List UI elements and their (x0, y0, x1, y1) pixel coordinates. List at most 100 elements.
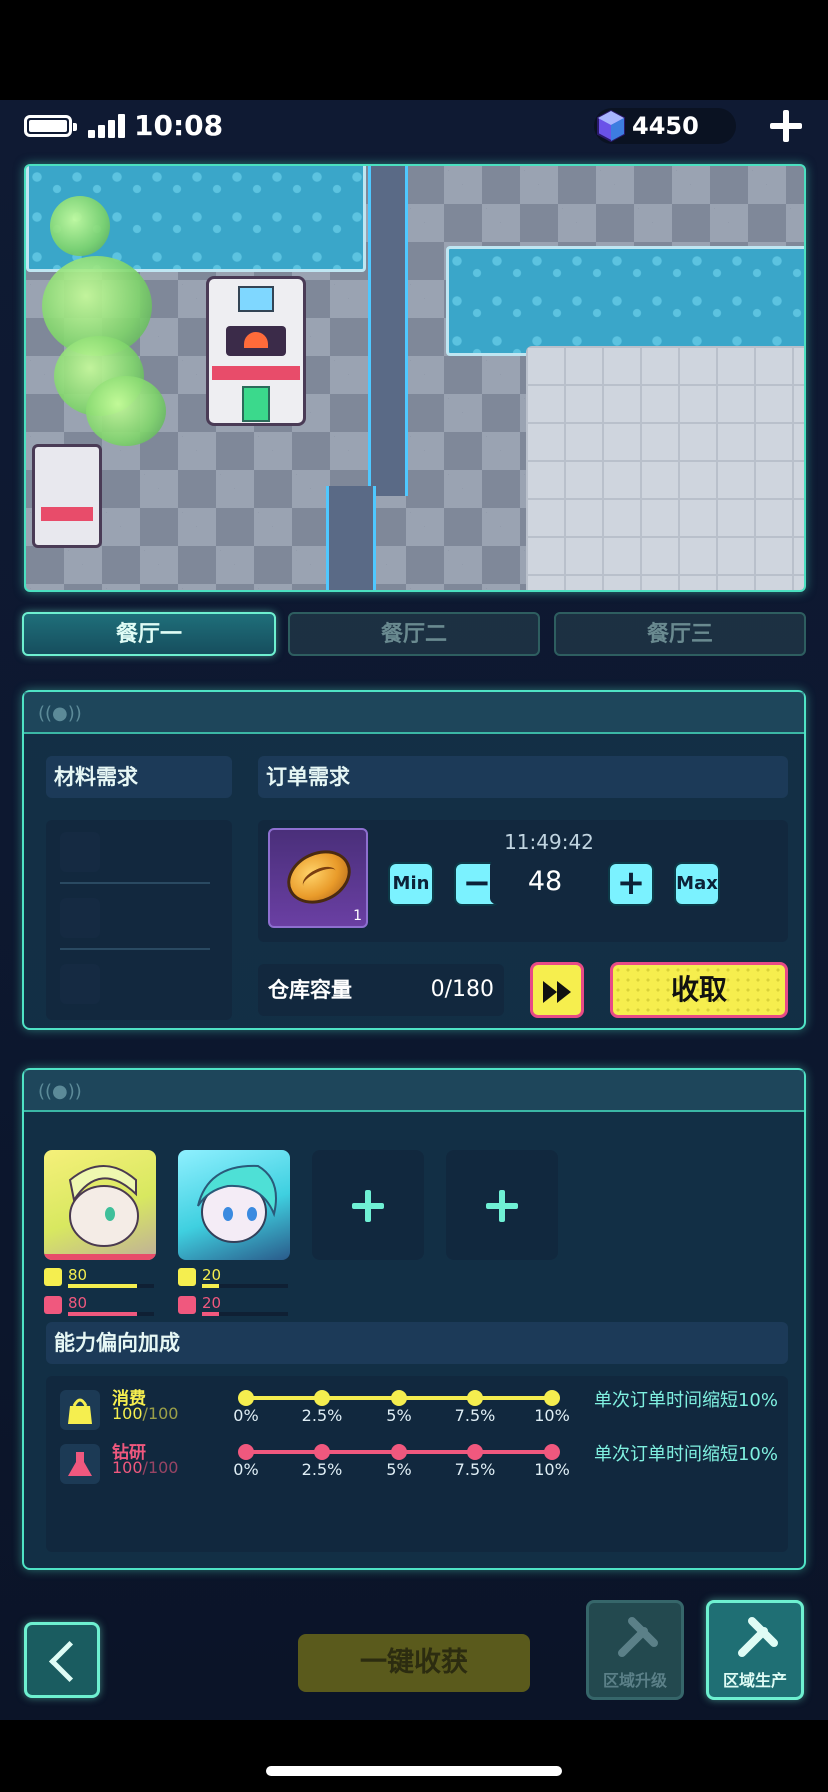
tick-dot (391, 1444, 407, 1460)
staff-portrait-2[interactable] (178, 1150, 290, 1260)
consume-stat: 80 (44, 1266, 156, 1288)
research-bar-fill (202, 1312, 220, 1316)
tick-dot (314, 1390, 330, 1406)
bonus-title: 能力偏向加成 (46, 1322, 788, 1364)
tree (50, 196, 110, 256)
tick-dot (544, 1444, 560, 1460)
storage-value: 0/180 (430, 977, 494, 1002)
tick-label: 0% (233, 1406, 259, 1425)
bread-item-card[interactable]: 1 (268, 828, 368, 928)
order-row: 1 Min − 11:49:42 48 + Max (258, 820, 788, 942)
character-avatar (44, 1165, 156, 1260)
tick-label: 7.5% (454, 1460, 496, 1479)
tick-label: 7.5% (454, 1406, 496, 1425)
order-timer: 11:49:42 (504, 830, 594, 854)
gem-icon (597, 110, 625, 142)
add-staff-icon (352, 1190, 384, 1222)
flask-icon (60, 1444, 100, 1484)
max-button[interactable]: Max (674, 862, 720, 906)
bag-icon (44, 1268, 62, 1286)
empty-staff-slot[interactable] (312, 1150, 424, 1260)
flask-icon (44, 1296, 62, 1314)
tick-label: 10% (534, 1460, 570, 1479)
add-gems-button[interactable] (770, 110, 802, 142)
water-channel (368, 166, 408, 496)
bag-icon (60, 1390, 100, 1430)
material-slot (60, 964, 100, 1004)
tick-dot (544, 1390, 560, 1406)
wrench-icon (738, 1617, 778, 1657)
material-slot (60, 898, 100, 938)
flask-icon (178, 1296, 196, 1314)
research-stat: 80 (44, 1294, 156, 1316)
fast-forward-button[interactable] (530, 962, 584, 1018)
tick-dot (314, 1444, 330, 1460)
tab-restaurant-2[interactable]: 餐厅二 (288, 612, 540, 656)
empty-staff-slot[interactable] (446, 1150, 558, 1260)
consume-bar-fill (68, 1284, 137, 1288)
production-panel: ((●)) 材料需求 订单需求 1 Min − 11:49:42 48 + Ma… (22, 690, 806, 1030)
tick-dot (238, 1390, 254, 1406)
tick-label: 2.5% (301, 1460, 343, 1479)
consume-stat: 20 (178, 1266, 290, 1288)
tick-label: 5% (386, 1406, 412, 1425)
storage-label: 仓库容量 (268, 978, 352, 1002)
consume-value: 100/100 (112, 1404, 179, 1423)
tab-restaurant-1[interactable]: 餐厅一 (22, 612, 276, 656)
signal-wave-icon: ((●)) (38, 1081, 82, 1102)
materials-list (46, 820, 232, 1020)
material-slot (60, 832, 100, 872)
water-pool (446, 246, 804, 356)
clock: 10:08 (134, 109, 224, 142)
storage-machine (32, 444, 102, 548)
tick-label: 2.5% (301, 1406, 343, 1425)
tick-dot (467, 1390, 483, 1406)
signal-icon (88, 114, 128, 138)
zone-upgrade-button[interactable]: 区域升级 (586, 1600, 684, 1700)
zone-upgrade-label: 区域升级 (602, 1671, 667, 1690)
back-button[interactable] (24, 1622, 100, 1698)
wrench-icon (618, 1617, 658, 1657)
consume-track (238, 1390, 560, 1406)
bonus-list: 消费 100/100 0% 2.5% 5% 7.5% 10% 单次订单时间缩短1… (46, 1376, 788, 1552)
zone-production-label: 区域生产 (722, 1671, 787, 1690)
storage-capacity: 仓库容量 0/180 (258, 964, 504, 1016)
zone-production-button[interactable]: 区域生产 (706, 1600, 804, 1700)
research-track (238, 1444, 560, 1460)
research-bonus-desc: 单次订单时间缩短10% (593, 1444, 778, 1465)
tick-label: 0% (233, 1460, 259, 1479)
character-avatar (197, 1164, 277, 1243)
restaurant-building[interactable] (196, 276, 316, 426)
staff-portrait-1[interactable] (44, 1150, 156, 1260)
orders-title: 订单需求 (258, 756, 788, 798)
staff-panel: ((●)) 80 80 20 20 能力偏向加成 消费 100/100 0% 2… (22, 1068, 806, 1570)
gem-counter: 4450 (594, 108, 736, 144)
min-button[interactable]: Min (388, 862, 434, 906)
signal-wave-icon: ((●)) (38, 703, 82, 724)
restaurant-map[interactable] (24, 164, 806, 592)
water-channel (326, 486, 376, 590)
bag-icon (178, 1268, 196, 1286)
harvest-all-button[interactable]: 一键收获 (298, 1634, 530, 1692)
quantity-value[interactable]: 48 (490, 860, 600, 904)
battery-icon (24, 115, 77, 137)
bread-icon (278, 840, 360, 914)
research-bar-fill (68, 1312, 137, 1316)
tick-dot (467, 1444, 483, 1460)
gem-count: 4450 (632, 112, 699, 140)
research-value: 100/100 (112, 1458, 179, 1477)
item-count: 1 (353, 908, 362, 924)
materials-title: 材料需求 (46, 756, 232, 798)
add-staff-icon (486, 1190, 518, 1222)
tick-dot (391, 1390, 407, 1406)
tab-restaurant-3[interactable]: 餐厅三 (554, 612, 806, 656)
plus-button[interactable]: + (608, 862, 654, 906)
research-stat: 20 (178, 1294, 290, 1316)
consume-bonus-desc: 单次订单时间缩短10% (593, 1390, 778, 1411)
home-indicator[interactable] (266, 1766, 562, 1776)
status-bar: 10:08 4450 (22, 108, 806, 144)
collect-button[interactable]: 收取 (610, 962, 788, 1018)
tick-label: 5% (386, 1460, 412, 1479)
tick-label: 10% (534, 1406, 570, 1425)
floor-tiles (526, 346, 804, 590)
